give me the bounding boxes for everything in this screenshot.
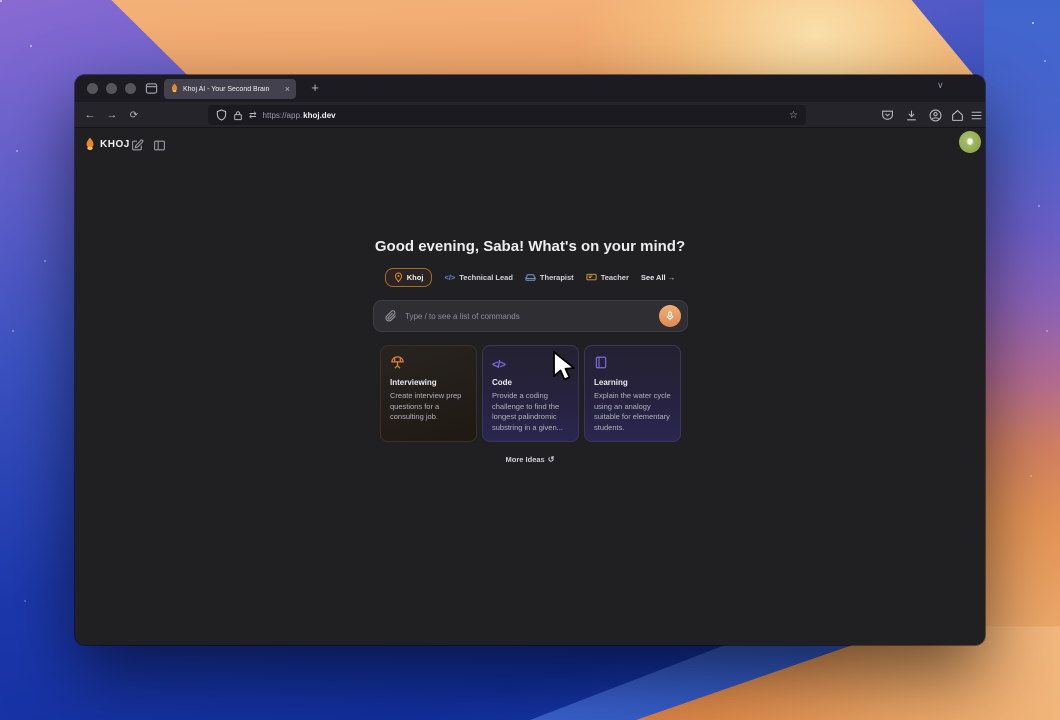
khoj-app-page: KHOJ Good evening, Saba! What's on your … (75, 128, 985, 645)
tab-title: Khoj AI - Your Second Brain (183, 85, 270, 93)
wallpaper-right-band (983, 0, 1060, 720)
pocket-icon[interactable] (881, 109, 894, 122)
home-icon[interactable] (951, 109, 964, 122)
sidebar-toggle-icon[interactable] (153, 139, 166, 152)
chalkboard-icon (586, 273, 597, 281)
more-ideas-label: More Ideas (505, 455, 545, 464)
presentation-icon (390, 355, 467, 371)
forward-button[interactable]: → (103, 102, 121, 128)
mouse-cursor (553, 351, 575, 381)
card-title: Interviewing (390, 378, 437, 387)
browser-tab[interactable]: Khoj AI - Your Second Brain × (164, 79, 296, 99)
url-bar[interactable]: ⇄ https://app. khoj.dev ☆ (208, 105, 806, 125)
khoj-pin-icon (394, 272, 402, 283)
chat-input-bar[interactable] (373, 300, 688, 332)
code-tag-icon: </> (444, 273, 456, 282)
couch-icon (525, 274, 536, 281)
agent-chip-teacher[interactable]: Teacher (586, 273, 629, 282)
refresh-icon: ↺ (547, 455, 555, 464)
agent-chip-therapist[interactable]: Therapist (525, 273, 574, 282)
microphone-icon (666, 311, 674, 321)
downloads-icon[interactable] (905, 109, 918, 122)
agent-chips-row: Khoj </> Technical Lead Therapist Teache… (75, 268, 985, 287)
agent-chip-label: Teacher (600, 273, 629, 282)
tab-list-chevron-icon[interactable]: ∨ (937, 80, 944, 91)
suggestion-cards-row: Interviewing Create interview prep quest… (380, 345, 681, 442)
suggestion-card-interviewing[interactable]: Interviewing Create interview prep quest… (380, 345, 477, 442)
redirect-arrows-icon: ⇄ (249, 109, 257, 120)
new-tab-button[interactable]: + (305, 78, 325, 98)
agent-chip-label: Therapist (539, 273, 574, 282)
tracking-shield-icon[interactable] (216, 109, 227, 121)
more-ideas-button[interactable]: More Ideas ↺ (75, 455, 985, 464)
agent-chip-khoj[interactable]: Khoj (384, 268, 433, 287)
greeting-heading: Good evening, Saba! What's on your mind? (374, 238, 686, 255)
account-icon[interactable] (929, 109, 942, 122)
reload-button[interactable]: ⟳ (125, 102, 143, 128)
agent-chip-label: Technical Lead (459, 273, 513, 282)
window-close-button[interactable] (87, 83, 98, 94)
tab-favicon-khoj-icon (170, 80, 179, 98)
book-icon (594, 355, 671, 371)
wallpaper-sparkles (0, 0, 2, 2)
khoj-logo[interactable]: KHOJ (84, 137, 130, 151)
avatar-mark (967, 138, 973, 145)
browser-window: Khoj AI - Your Second Brain × + ∨ ← → ⟳ … (75, 75, 985, 645)
user-avatar[interactable] (959, 131, 981, 153)
attach-paperclip-icon[interactable] (385, 310, 397, 322)
chat-input[interactable] (405, 311, 651, 321)
see-all-agents-link[interactable]: See All → (641, 273, 675, 282)
back-button[interactable]: ← (81, 102, 99, 128)
url-domain: khoj.dev (303, 110, 336, 120)
card-description: Explain the water cycle using an analogy… (594, 391, 671, 432)
suggestion-card-learning[interactable]: Learning Explain the water cycle using a… (584, 345, 681, 442)
khoj-logo-text: KHOJ (100, 138, 130, 150)
mic-button[interactable] (659, 305, 681, 327)
url-prefix: https://app. (262, 110, 303, 120)
firefox-view-icon[interactable] (145, 82, 158, 100)
lock-icon (234, 110, 242, 120)
new-chat-icon[interactable] (131, 139, 144, 152)
agent-chip-label: Khoj (406, 273, 424, 282)
browser-tab-bar: Khoj AI - Your Second Brain × + ∨ (75, 75, 985, 102)
bookmark-star-icon[interactable]: ☆ (789, 110, 798, 121)
menu-hamburger-icon[interactable] (970, 109, 983, 122)
khoj-lantern-icon (86, 137, 94, 150)
card-description: Provide a coding challenge to find the l… (492, 391, 563, 432)
card-description: Create interview prep questions for a co… (390, 391, 462, 421)
card-title: Learning (594, 378, 628, 387)
window-zoom-button[interactable] (125, 83, 136, 94)
agent-chip-technical-lead[interactable]: </> Technical Lead (444, 273, 512, 282)
browser-toolbar: ← → ⟳ ⇄ https://app. khoj.dev ☆ (75, 102, 985, 128)
close-tab-icon[interactable]: × (285, 84, 290, 94)
window-minimize-button[interactable] (106, 83, 117, 94)
